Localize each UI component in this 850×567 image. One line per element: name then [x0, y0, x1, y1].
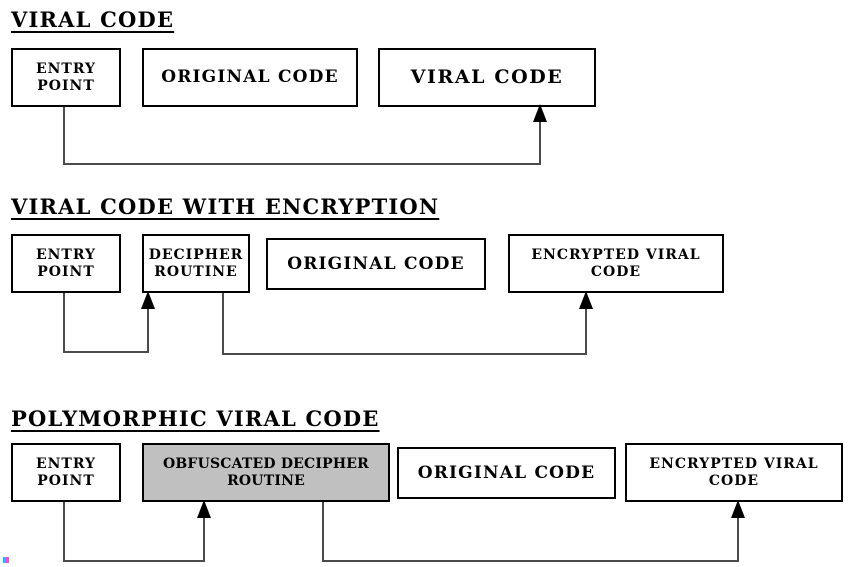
node-label: ORIGINAL CODE [161, 67, 339, 88]
node-decipher-routine-row2: DECIPHER ROUTINE [142, 234, 250, 293]
node-obfuscated-decipher-routine-row3: OBFUSCATED DECIPHER ROUTINE [142, 443, 390, 502]
node-label: ORIGINAL CODE [287, 253, 465, 274]
connector-horizontal-a-row3 [63, 560, 205, 562]
arrowhead-to-obfuscated-decipher-routine-row3 [197, 500, 211, 518]
node-label: DECIPHER ROUTINE [148, 246, 244, 280]
connector-horizontal-b-row2 [222, 353, 587, 355]
arrowhead-to-decipher-routine-row2 [141, 291, 155, 309]
node-label: ENTRY POINT [35, 60, 97, 94]
connector-vertical-obfuscated-row3 [203, 516, 205, 562]
connector-vertical-decipher-row2 [147, 307, 149, 353]
connector-horizontal-a-row2 [63, 351, 149, 353]
node-original-code-row3: ORIGINAL CODE [397, 447, 616, 499]
node-entry-point-row3: ENTRY POINT [11, 443, 121, 502]
node-encrypted-viral-code-row2: ENCRYPTED VIRAL CODE [508, 234, 724, 293]
connector-horizontal-row1 [63, 163, 541, 165]
node-label: ENCRYPTED VIRAL CODE [649, 455, 819, 489]
arrowhead-to-viral-code-row1 [533, 104, 547, 122]
section-heading-polymorphic-viral-code: POLYMORPHIC VIRAL CODE [11, 406, 380, 431]
arrowhead-to-encrypted-viral-code-row3 [731, 500, 745, 518]
node-label: ORIGINAL CODE [417, 462, 596, 483]
node-entry-point-row2: ENTRY POINT [11, 234, 121, 293]
node-label: ENTRY POINT [35, 246, 97, 280]
node-label: VIRAL CODE [410, 66, 564, 89]
node-label: OBFUSCATED DECIPHER ROUTINE [163, 455, 369, 489]
node-label: ENCRYPTED VIRAL CODE [531, 246, 701, 280]
arrowhead-to-encrypted-viral-code-row2 [579, 291, 593, 309]
node-viral-code-row1: VIRAL CODE [378, 48, 596, 107]
section-heading-viral-code-with-encryption: VIRAL CODE WITH ENCRYPTION [11, 194, 440, 219]
connector-vertical-entry-row2 [63, 293, 65, 353]
connector-vertical-decipher-out-row2 [222, 293, 224, 355]
node-entry-point-row1: ENTRY POINT [11, 48, 121, 107]
connector-vertical-encrypted-row3 [737, 516, 739, 562]
node-label: ENTRY POINT [35, 455, 97, 489]
color-swatch-artifact [3, 557, 9, 563]
connector-vertical-entry-row1 [63, 107, 65, 165]
node-original-code-row2: ORIGINAL CODE [266, 238, 486, 290]
connector-vertical-encrypted-row2 [585, 307, 587, 355]
section-heading-viral-code: VIRAL CODE [11, 7, 175, 32]
diagram-canvas: VIRAL CODE ENTRY POINT ORIGINAL CODE VIR… [0, 0, 850, 567]
connector-vertical-entry-row3 [63, 502, 65, 562]
connector-vertical-obfuscated-out-row3 [322, 502, 324, 562]
connector-vertical-target-row1 [539, 120, 541, 165]
connector-horizontal-b-row3 [322, 560, 739, 562]
node-original-code-row1: ORIGINAL CODE [142, 48, 358, 107]
node-encrypted-viral-code-row3: ENCRYPTED VIRAL CODE [625, 443, 843, 502]
